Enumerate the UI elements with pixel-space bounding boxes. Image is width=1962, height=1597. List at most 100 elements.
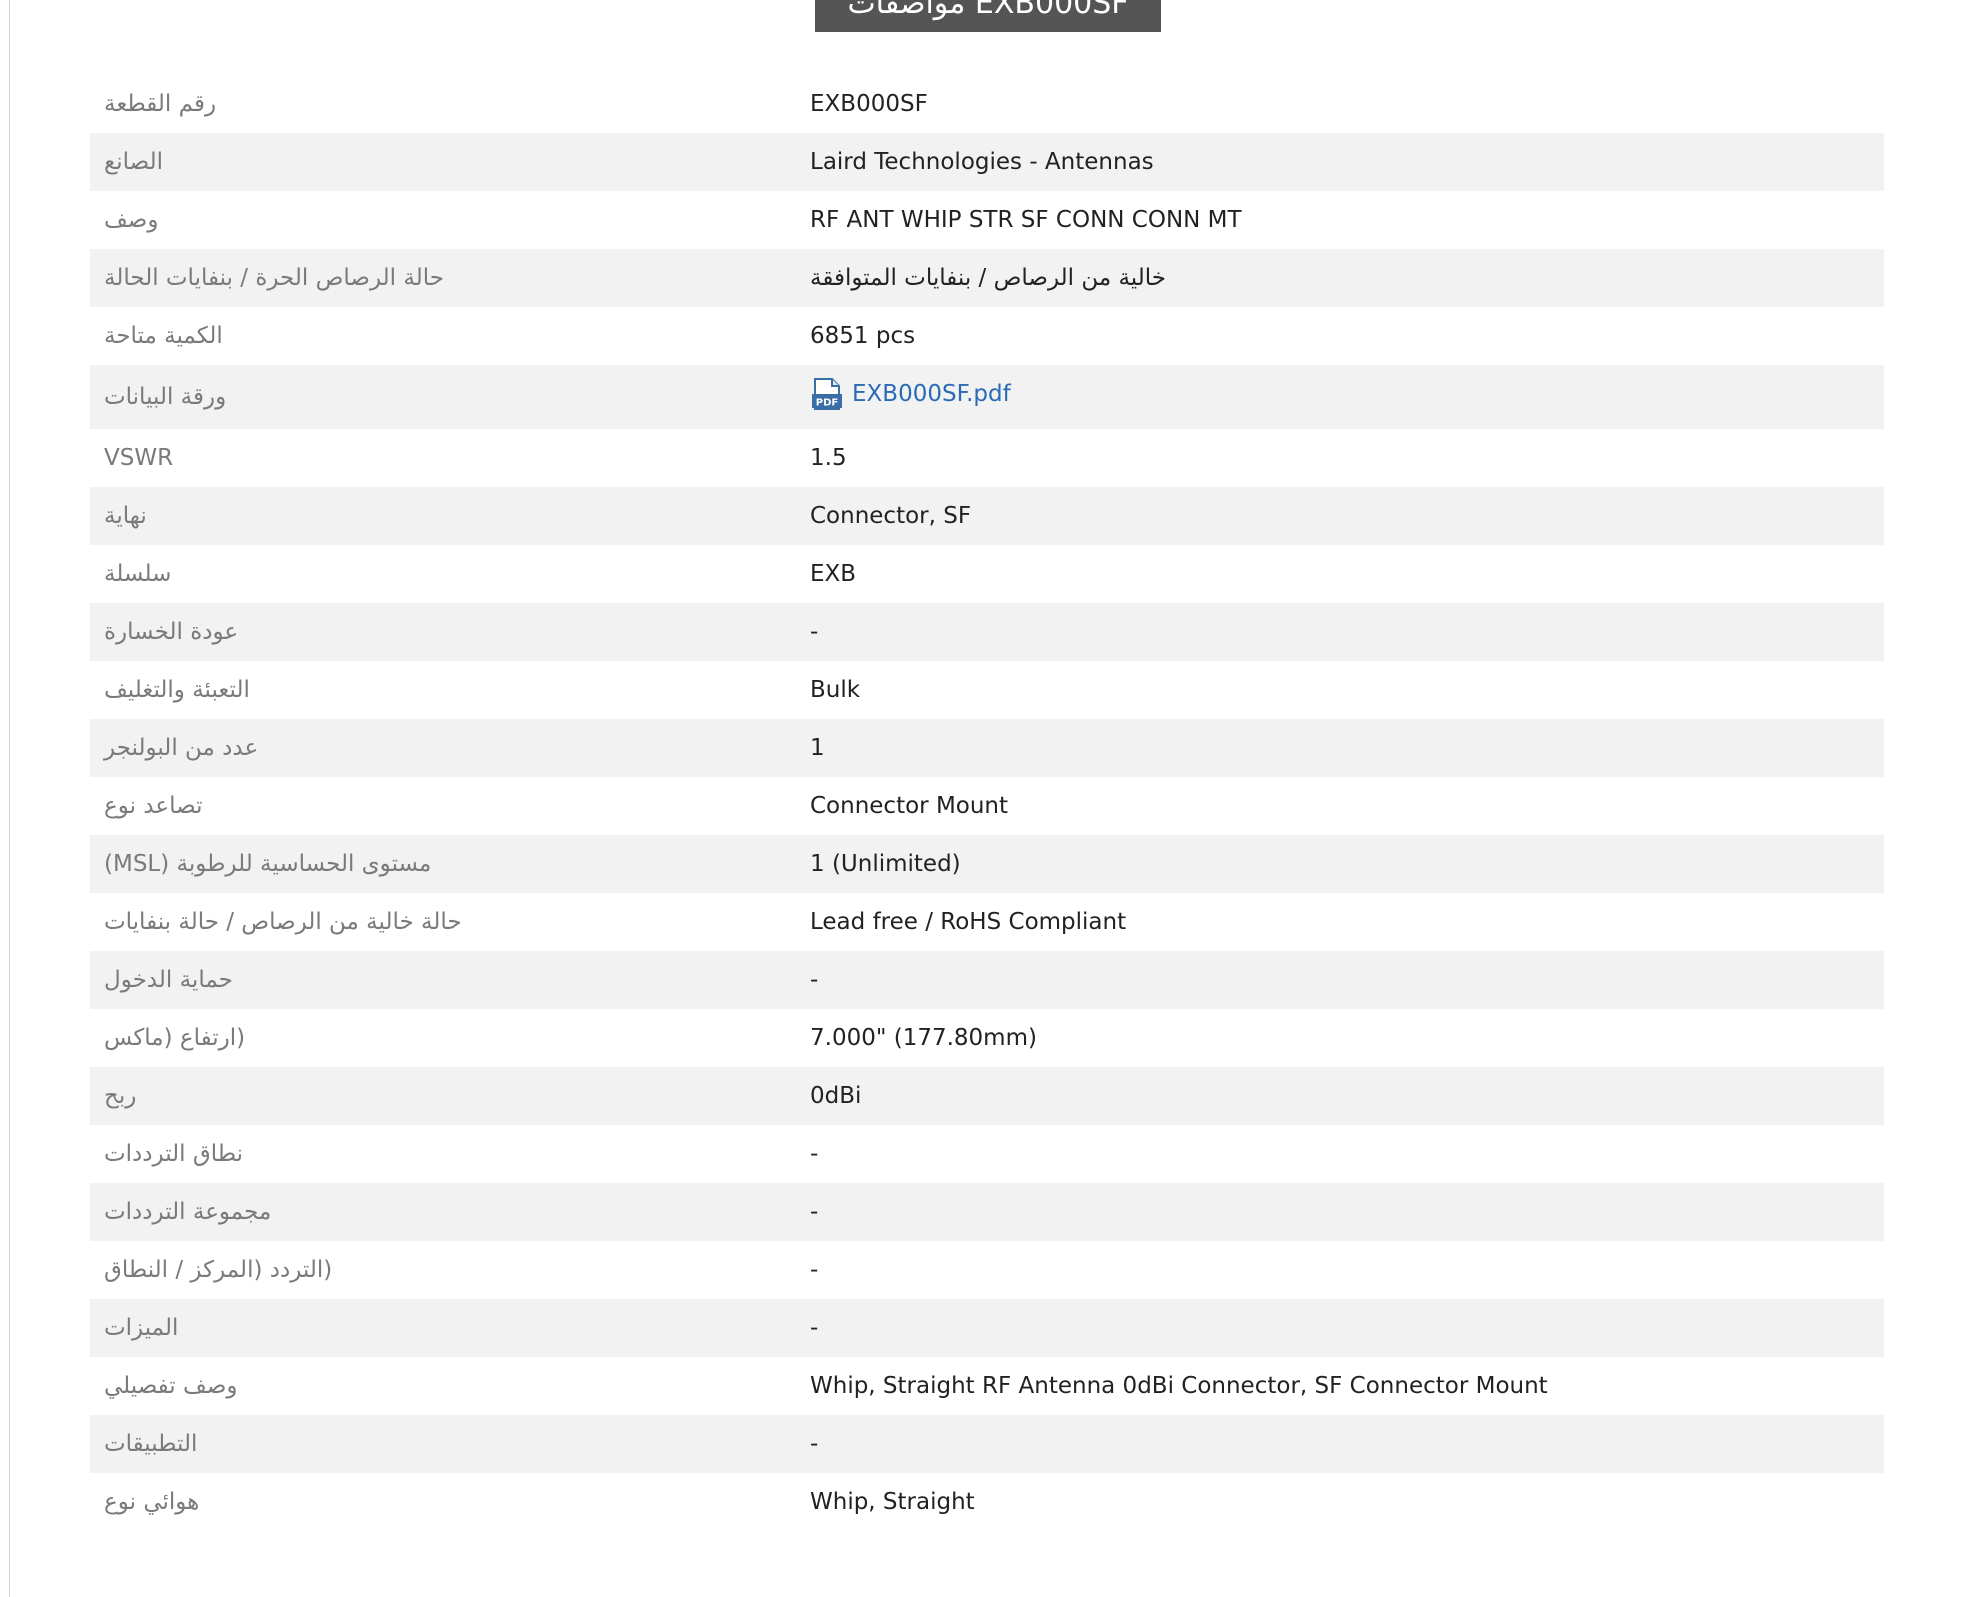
spec-label-cell: وصف xyxy=(90,191,793,249)
table-row: عدد من البولنجر 1 xyxy=(90,719,1884,777)
spec-value: Laird Technologies - Antennas xyxy=(810,149,1154,175)
table-row: حالة الرصاص الحرة / بنفايات الحالة خالية… xyxy=(90,249,1884,307)
spec-label-cell: حالة الرصاص الحرة / بنفايات الحالة xyxy=(90,249,793,307)
spec-value-cell: - xyxy=(793,1241,1884,1299)
spec-value: 7.000" (177.80mm) xyxy=(810,1025,1037,1051)
spec-label: تصاعد نوع xyxy=(104,793,203,819)
spec-label: حالة الرصاص الحرة / بنفايات الحالة xyxy=(104,265,444,291)
spec-label-cell: الكمية متاحة xyxy=(90,307,793,365)
spec-value: 0dBi xyxy=(810,1083,862,1109)
spec-value: Connector, SF xyxy=(810,503,972,529)
spec-label: وصف xyxy=(104,207,159,233)
spec-label: عودة الخسارة xyxy=(104,619,239,645)
spec-label: وصف تفصيلي xyxy=(104,1373,238,1399)
spec-label-cell: وصف تفصيلي xyxy=(90,1357,793,1415)
spec-value-cell: - xyxy=(793,1183,1884,1241)
spec-value: - xyxy=(810,967,819,993)
spec-label-cell: (ارتفاع (ماكس xyxy=(90,1009,793,1067)
spec-value: - xyxy=(810,1199,819,1225)
table-row: (التردد (المركز / النطاق - xyxy=(90,1241,1884,1299)
spec-value-cell: Lead free / RoHS Compliant xyxy=(793,893,1884,951)
spec-label-cell: (التردد (المركز / النطاق xyxy=(90,1241,793,1299)
spec-label: (التردد (المركز / النطاق xyxy=(104,1257,333,1283)
spec-value: Whip, Straight RF Antenna 0dBi Connector… xyxy=(810,1373,1548,1399)
table-row: رقم القطعة EXB000SF xyxy=(90,75,1884,133)
spec-label: نهاية xyxy=(104,503,147,529)
spec-value-cell: - xyxy=(793,1299,1884,1357)
table-row: حماية الدخول - xyxy=(90,951,1884,1009)
spec-label: ربح xyxy=(104,1083,137,1109)
spec-label-cell: ربح xyxy=(90,1067,793,1125)
spec-value-cell: 1 xyxy=(793,719,1884,777)
spec-value-cell: 7.000" (177.80mm) xyxy=(793,1009,1884,1067)
spec-value: - xyxy=(810,1315,819,1341)
spec-value: EXB xyxy=(810,561,857,587)
spec-value-cell: Connector, SF xyxy=(793,487,1884,545)
datasheet-link[interactable]: PDF EXB000SF.pdf xyxy=(810,377,1011,411)
table-row: سلسلة EXB xyxy=(90,545,1884,603)
spec-label-cell: عدد من البولنجر xyxy=(90,719,793,777)
spec-label-cell: نهاية xyxy=(90,487,793,545)
spec-label: رقم القطعة xyxy=(104,91,217,117)
spec-label-cell: حماية الدخول xyxy=(90,951,793,1009)
spec-label-cell: مجموعة الترددات xyxy=(90,1183,793,1241)
spec-value: 6851 pcs xyxy=(810,323,916,349)
table-row: هوائي نوع Whip, Straight xyxy=(90,1473,1884,1531)
spec-value: - xyxy=(810,1141,819,1167)
table-row: الميزات - xyxy=(90,1299,1884,1357)
spec-label-cell: رقم القطعة xyxy=(90,75,793,133)
spec-label-cell: هوائي نوع xyxy=(90,1473,793,1531)
spec-value-cell: RF ANT WHIP STR SF CONN CONN MT xyxy=(793,191,1884,249)
table-row: تصاعد نوع Connector Mount xyxy=(90,777,1884,835)
spec-value-cell: 6851 pcs xyxy=(793,307,1884,365)
table-row: حالة خالية من الرصاص / حالة بنفايات Lead… xyxy=(90,893,1884,951)
spec-value-cell: Laird Technologies - Antennas xyxy=(793,133,1884,191)
spec-label: التعبئة والتغليف xyxy=(104,677,250,703)
spec-value-cell: - xyxy=(793,603,1884,661)
datasheet-filename[interactable]: EXB000SF.pdf xyxy=(852,381,1011,407)
specs-header-tab: مواصفات EXB000SF xyxy=(815,0,1161,32)
spec-value-cell: PDF EXB000SF.pdf xyxy=(793,365,1884,429)
table-row: الصانع Laird Technologies - Antennas xyxy=(90,133,1884,191)
table-row: نهاية Connector, SF xyxy=(90,487,1884,545)
spec-value: 1.5 xyxy=(810,445,847,471)
spec-label-cell: نطاق الترددات xyxy=(90,1125,793,1183)
spec-value: خالية من الرصاص / بنفايات المتوافقة xyxy=(810,265,1166,291)
spec-value: 1 xyxy=(810,735,825,761)
spec-label: (ارتفاع (ماكس xyxy=(104,1025,246,1051)
svg-text:PDF: PDF xyxy=(816,398,838,409)
spec-label-cell: التطبيقات xyxy=(90,1415,793,1473)
spec-value: EXB000SF xyxy=(810,91,928,117)
page: مواصفات EXB000SF رقم القطعة EXB000SF الص… xyxy=(0,0,1962,1597)
spec-value-cell: EXB000SF xyxy=(793,75,1884,133)
spec-value: Bulk xyxy=(810,677,861,703)
table-row: وصف تفصيلي Whip, Straight RF Antenna 0dB… xyxy=(90,1357,1884,1415)
spec-label: نطاق الترددات xyxy=(104,1141,243,1167)
spec-value: Lead free / RoHS Compliant xyxy=(810,909,1127,935)
spec-value-cell: - xyxy=(793,1125,1884,1183)
spec-value-cell: 1.5 xyxy=(793,429,1884,487)
spec-value-cell: 1 (Unlimited) xyxy=(793,835,1884,893)
pdf-icon: PDF xyxy=(812,378,842,410)
spec-label-cell: تصاعد نوع xyxy=(90,777,793,835)
spec-label: الميزات xyxy=(104,1315,179,1341)
table-row: الكمية متاحة 6851 pcs xyxy=(90,307,1884,365)
spec-label-cell: عودة الخسارة xyxy=(90,603,793,661)
table-row: (ارتفاع (ماكس 7.000" (177.80mm) xyxy=(90,1009,1884,1067)
spec-value: RF ANT WHIP STR SF CONN CONN MT xyxy=(810,207,1242,233)
spec-label: الكمية متاحة xyxy=(104,323,223,349)
spec-label-cell: الميزات xyxy=(90,1299,793,1357)
table-row: ربح 0dBi xyxy=(90,1067,1884,1125)
table-row: التطبيقات - xyxy=(90,1415,1884,1473)
spec-value-cell: - xyxy=(793,951,1884,1009)
table-row: التعبئة والتغليف Bulk xyxy=(90,661,1884,719)
table-row: مجموعة الترددات - xyxy=(90,1183,1884,1241)
spec-value: - xyxy=(810,619,819,645)
spec-value-cell: Bulk xyxy=(793,661,1884,719)
spec-value-cell: Whip, Straight xyxy=(793,1473,1884,1531)
spec-value: - xyxy=(810,1257,819,1283)
spec-value: - xyxy=(810,1431,819,1457)
spec-label: مجموعة الترددات xyxy=(104,1199,272,1225)
specs-table: رقم القطعة EXB000SF الصانع Laird Technol… xyxy=(90,75,1884,1531)
spec-value: Connector Mount xyxy=(810,793,1009,819)
